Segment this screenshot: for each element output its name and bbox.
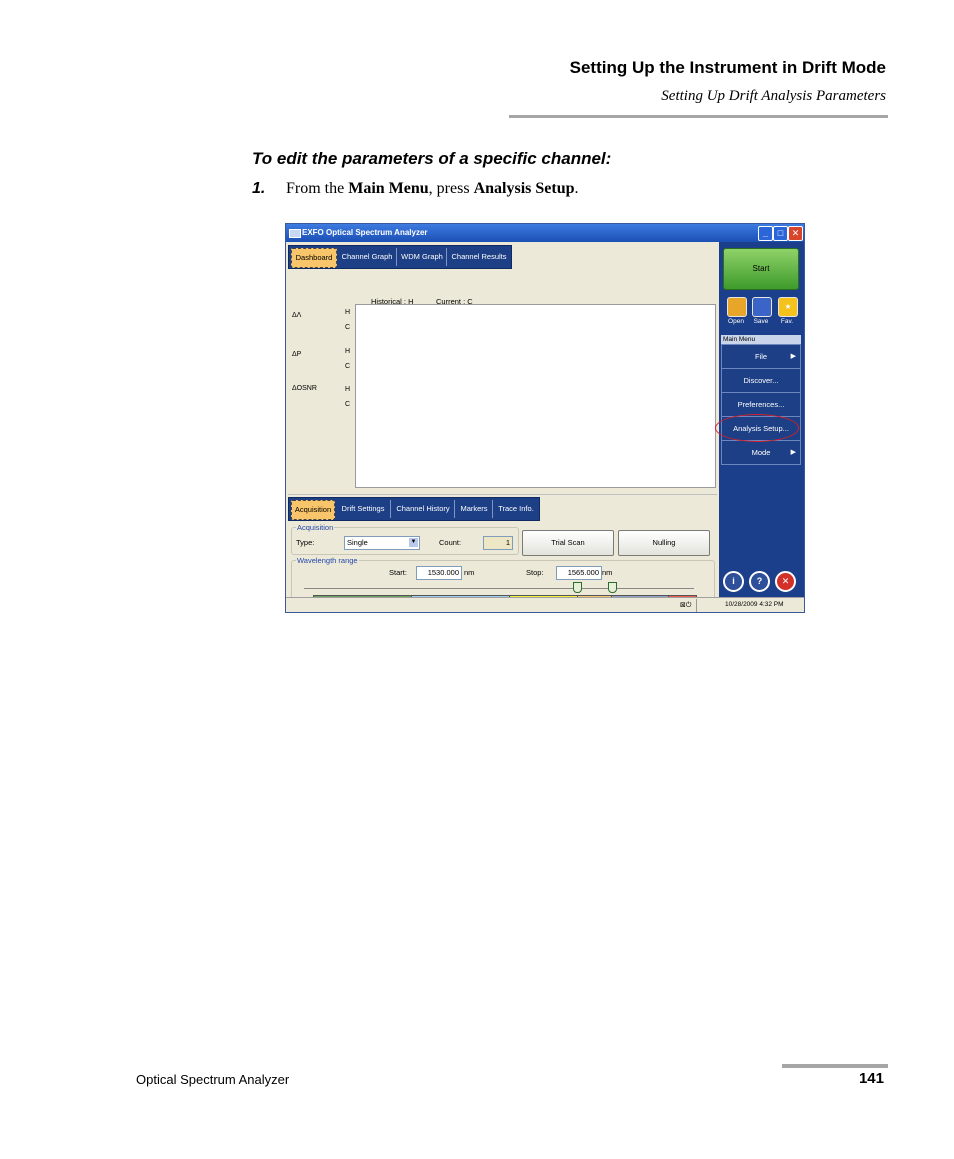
save-icon[interactable]	[752, 297, 772, 317]
procedure-heading: To edit the parameters of a specific cha…	[252, 149, 612, 168]
chapter-title: Setting Up the Instrument in Drift Mode	[569, 58, 886, 77]
star-icon[interactable]: ★	[778, 297, 798, 317]
type-select-value: Single	[347, 538, 368, 547]
count-label: Count:	[439, 538, 462, 547]
menu-item-file[interactable]: File ▶	[721, 344, 801, 369]
start-button[interactable]: Start	[723, 248, 799, 290]
footer-product: Optical Spectrum Analyzer	[136, 1072, 290, 1087]
save-label: Save	[753, 318, 769, 325]
tab-channel-graph[interactable]: Channel Graph	[338, 248, 397, 266]
drift-plot-area	[355, 304, 716, 488]
start-unit: nm	[464, 568, 475, 577]
fav-label: Fav.	[780, 318, 794, 325]
range-slider-track[interactable]	[304, 588, 694, 589]
footer-rule	[782, 1064, 888, 1068]
stop-slider-handle[interactable]	[608, 582, 617, 593]
section-title: Setting Up Drift Analysis Parameters	[661, 88, 886, 104]
menu-item-label: Discover...	[743, 376, 779, 385]
chevron-right-icon: ▶	[790, 353, 796, 360]
start-label: Start:	[389, 568, 407, 577]
window-title: EXFO Optical Spectrum Analyzer	[302, 228, 428, 237]
open-icon[interactable]	[727, 297, 747, 317]
acquisition-group: Acquisition Type: Single ▼ Count: 1	[291, 523, 519, 555]
bottom-tab-strip: Acquisition Drift Settings Channel Histo…	[288, 497, 540, 521]
acquisition-group-title: Acquisition	[296, 523, 335, 532]
start-slider-handle[interactable]	[573, 582, 582, 593]
row-c: C	[345, 363, 351, 370]
stop-unit: nm	[602, 568, 613, 577]
close-icon[interactable]: ✕	[788, 226, 803, 241]
main-area: Dashboard Channel Graph WDM Graph Channe…	[286, 242, 719, 612]
chevron-down-icon[interactable]: ▼	[409, 538, 418, 547]
row-c: C	[345, 324, 351, 331]
analysis-setup-highlight	[715, 414, 799, 442]
open-label: Open	[728, 318, 744, 325]
menu-item-label: Preferences...	[737, 400, 785, 409]
maximize-icon[interactable]: □	[773, 226, 788, 241]
power-icon: ⊠⏻	[680, 602, 692, 609]
tab-channel-history[interactable]: Channel History	[392, 500, 455, 518]
minimize-icon[interactable]: _	[758, 226, 773, 241]
stop-label: Stop:	[526, 568, 544, 577]
tab-wdm-graph[interactable]: WDM Graph	[398, 248, 447, 266]
tab-trace-info[interactable]: Trace Info.	[494, 500, 538, 518]
exit-icon[interactable]: ✕	[775, 571, 796, 592]
chevron-right-icon: ▶	[790, 449, 796, 456]
type-select[interactable]: Single ▼	[344, 536, 420, 550]
step-text: From the Main Menu, press Analysis Setup…	[286, 180, 579, 197]
menu-item-mode[interactable]: Mode ▶	[721, 440, 801, 465]
count-field[interactable]: 1	[483, 536, 513, 550]
nulling-button[interactable]: Nulling	[618, 530, 710, 556]
menu-item-label: File	[754, 352, 768, 361]
row-c: C	[345, 401, 351, 408]
start-field[interactable]: 1530.000	[416, 566, 462, 580]
status-divider	[696, 599, 697, 612]
menu-item-label: Mode	[751, 448, 771, 457]
help-icon[interactable]: ?	[749, 571, 770, 592]
step-number: 1.	[252, 180, 266, 197]
row-h: H	[345, 309, 351, 316]
delta-lambda-label: ΔΛ	[292, 312, 302, 319]
type-label: Type:	[296, 538, 315, 547]
row-h: H	[345, 348, 351, 355]
tab-dashboard[interactable]: Dashboard	[291, 248, 337, 268]
app-icon	[289, 229, 301, 238]
delta-p-label: ΔP	[292, 351, 302, 358]
settings-panel: Acquisition Drift Settings Channel Histo…	[288, 494, 717, 612]
header-rule	[509, 115, 888, 118]
trial-scan-button[interactable]: Trial Scan	[522, 530, 614, 556]
status-bar: ⊠⏻ 10/28/2009 4:32 PM	[286, 597, 804, 612]
tab-acquisition[interactable]: Acquisition	[291, 500, 335, 520]
about-icon[interactable]: i	[723, 571, 744, 592]
main-menu-header: Main Menu	[721, 335, 801, 344]
row-h: H	[345, 386, 351, 393]
status-time: 10/28/2009 4:32 PM	[725, 601, 784, 608]
window-titlebar: EXFO Optical Spectrum Analyzer _ □ ✕	[286, 224, 804, 242]
menu-item-discover[interactable]: Discover...	[721, 368, 801, 393]
top-tab-strip: Dashboard Channel Graph WDM Graph Channe…	[288, 245, 512, 269]
delta-osnr-label: ΔOSNR	[292, 385, 317, 392]
page-number: 141	[858, 1070, 884, 1087]
wavelength-group-title: Wavelength range	[296, 556, 359, 565]
stop-field[interactable]: 1565.000	[556, 566, 602, 580]
tab-channel-results[interactable]: Channel Results	[448, 248, 510, 266]
tab-markers[interactable]: Markers	[456, 500, 493, 518]
tab-drift-settings[interactable]: Drift Settings	[336, 500, 391, 518]
